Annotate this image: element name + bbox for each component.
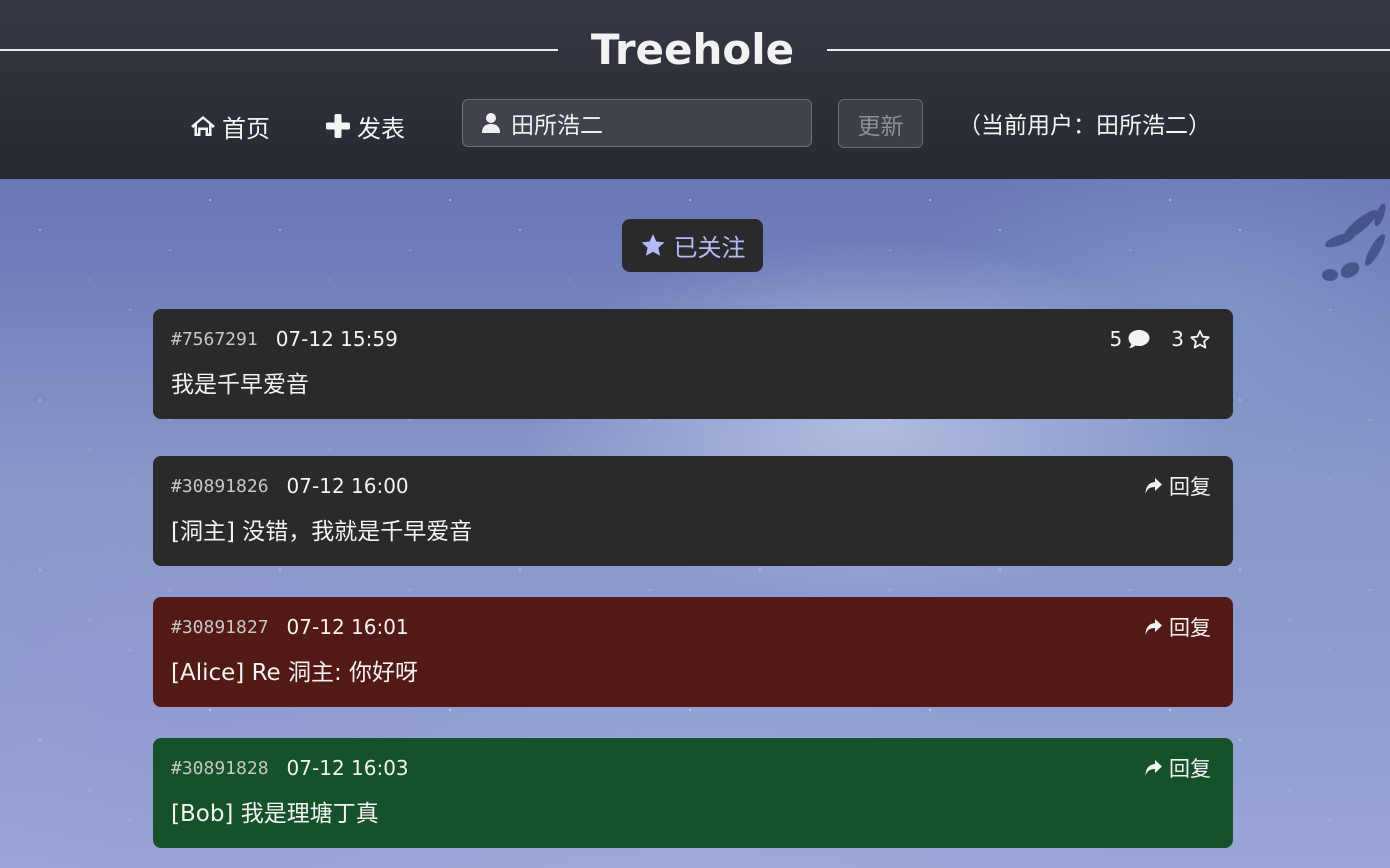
reply-text: [Alice] Re 洞主: 你好呀 [171,660,419,686]
title-divider-right [827,49,1390,51]
user-icon [481,112,501,134]
reply-time: 07-12 16:00 [286,474,409,498]
reply-meta: #30891827 07-12 16:01 [171,613,409,641]
title-row: Treehole [0,22,1390,78]
star-count-value: 3 [1171,327,1184,351]
reply-meta: #30891826 07-12 16:00 [171,472,409,500]
comment-icon [1128,330,1150,348]
reply-button[interactable]: 回复 [1143,472,1211,500]
username-field[interactable] [462,99,812,147]
site-title: Treehole [590,25,795,74]
post-stats: 5 3 [1110,325,1211,353]
reply-count-value: 5 [1109,327,1123,351]
reply-meta: #30891828 07-12 16:03 [171,754,409,782]
current-user-label: （当前用户：田所浩二） [958,113,1211,139]
reply-id: #30891826 [171,475,269,497]
star-outline-icon [1190,329,1210,349]
reply-card[interactable]: #30891826 07-12 16:00 回复 [洞主] 没错，我就是千早爱音 [153,456,1233,566]
star-count[interactable]: 3 [1171,327,1211,351]
share-arrow-icon [1145,619,1162,635]
title-divider-left [0,49,558,51]
reply-card[interactable]: #30891828 07-12 16:03 回复 [Bob] 我是理塘丁真 [153,738,1233,848]
reply-button[interactable]: 回复 [1143,613,1211,641]
main-post-card[interactable]: #7567291 07-12 15:59 5 3 我是千早爱音 [153,309,1233,419]
reply-text: [洞主] 没错，我就是千早爱音 [171,519,473,545]
reply-id: #30891827 [171,616,269,638]
followed-button[interactable]: 已关注 [622,219,763,272]
home-icon [191,116,215,136]
reply-count[interactable]: 5 [1110,327,1152,351]
reply-id: #30891828 [171,757,269,779]
star-icon [641,234,664,256]
top-header: Treehole 首页 发表 更新 （当前用户：田所浩二） [0,0,1390,179]
post-text: 我是千早爱音 [171,372,309,398]
nav-post-label: 发表 [357,114,405,143]
followed-label: 已关注 [673,234,746,262]
reply-button-label: 回复 [1169,475,1211,499]
reply-button-label: 回复 [1169,616,1211,640]
share-arrow-icon [1145,478,1162,494]
username-input[interactable] [511,110,801,136]
update-button[interactable]: 更新 [838,99,923,148]
share-arrow-icon [1145,760,1162,776]
reply-text: [Bob] 我是理塘丁真 [171,801,379,827]
post-time: 07-12 15:59 [275,327,398,351]
reply-button[interactable]: 回复 [1143,754,1211,782]
reply-time: 07-12 16:01 [286,615,409,639]
nav-home-link[interactable]: 首页 [190,106,270,146]
reply-card[interactable]: #30891827 07-12 16:01 回复 [Alice] Re 洞主: … [153,597,1233,707]
plus-icon [326,114,350,138]
reply-time: 07-12 16:03 [286,756,409,780]
reply-button-label: 回复 [1169,757,1211,781]
post-meta: #7567291 07-12 15:59 [171,325,398,353]
nav-home-label: 首页 [222,114,270,143]
foliage-decoration [1322,203,1386,281]
nav-post-link[interactable]: 发表 [325,106,405,146]
post-id: #7567291 [171,328,258,350]
